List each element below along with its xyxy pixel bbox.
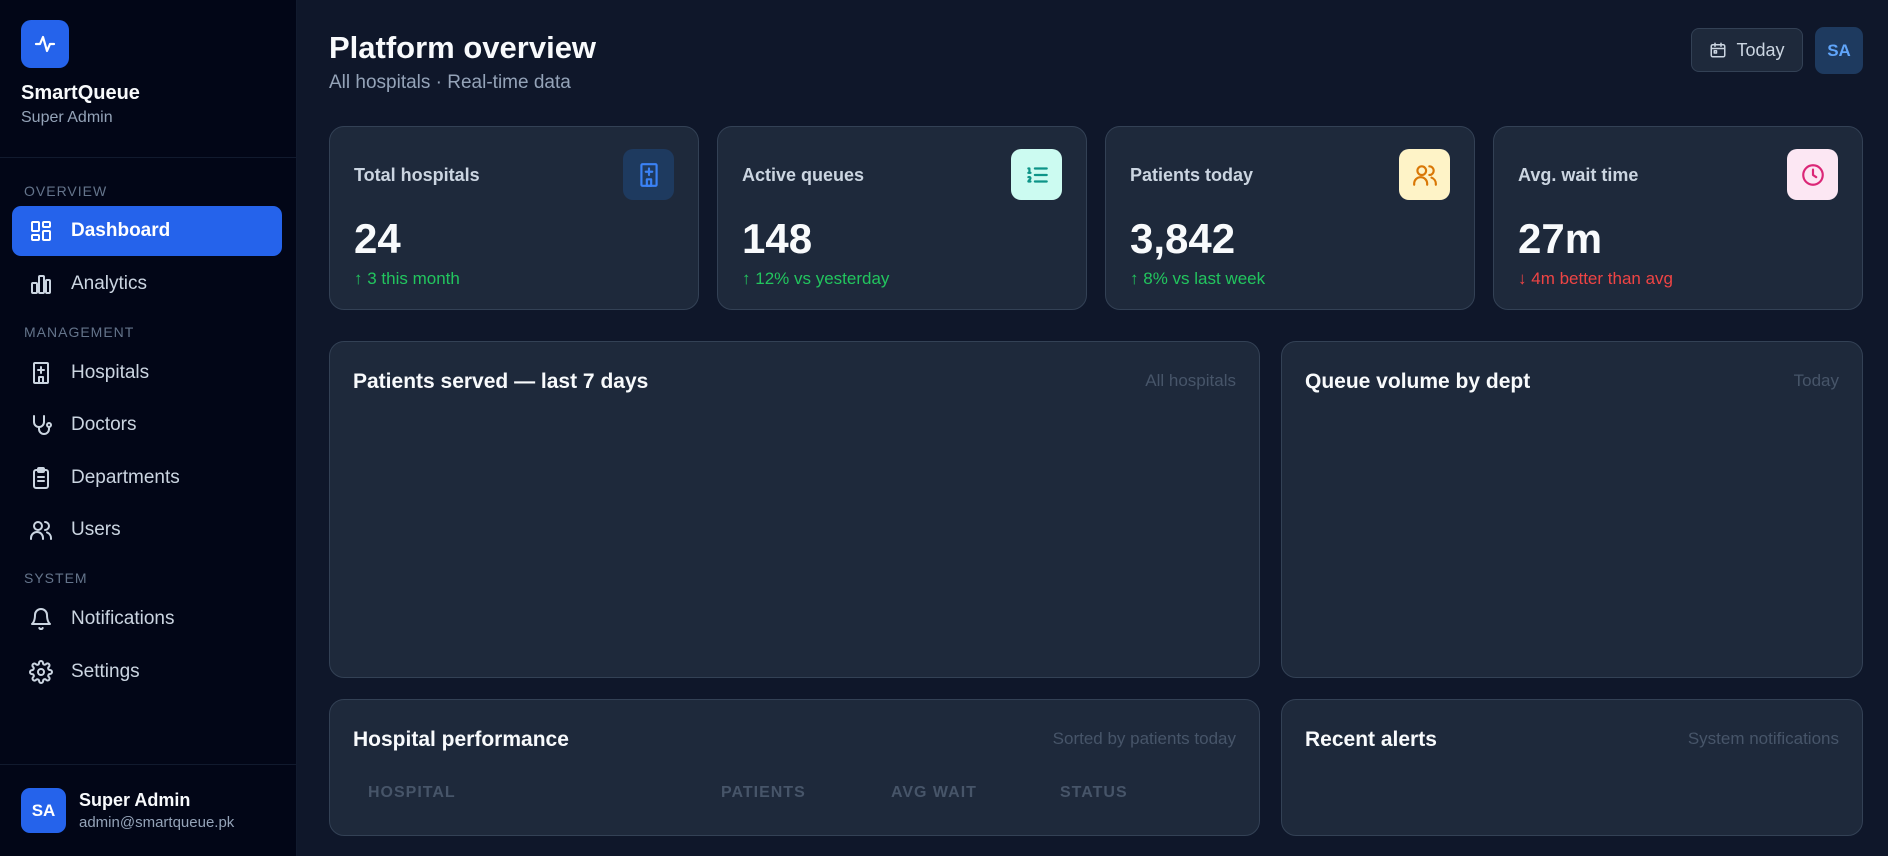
users-icon bbox=[1399, 149, 1450, 200]
user-profile[interactable]: SA Super Admin admin@smartqueue.pk bbox=[0, 764, 297, 856]
sidebar-item-dashboard[interactable]: Dashboard bbox=[12, 206, 282, 256]
clipboard-icon bbox=[29, 466, 53, 490]
header-avatar[interactable]: SA bbox=[1815, 27, 1863, 74]
sidebar-item-label: Analytics bbox=[71, 273, 148, 294]
dashboard-icon bbox=[29, 219, 53, 243]
sidebar-item-doctors[interactable]: Doctors bbox=[12, 400, 282, 450]
stat-delta: ↓ 4m better than avg bbox=[1518, 269, 1673, 289]
nav-section-overview: OVERVIEW bbox=[24, 183, 108, 199]
recent-alerts-panel: Recent alerts System notifications bbox=[1281, 699, 1863, 836]
stat-card-patients-today: Patients today 3,842 ↑ 8% vs last week bbox=[1105, 126, 1475, 310]
panel-meta: Sorted by patients today bbox=[1052, 729, 1236, 748]
users-icon bbox=[29, 518, 53, 542]
avatar: SA bbox=[21, 788, 66, 833]
sidebar: SmartQueue Super Admin OVERVIEW Dashboar… bbox=[0, 0, 297, 856]
column-header-status[interactable]: STATUS bbox=[1060, 784, 1128, 802]
sidebar-item-departments[interactable]: Departments bbox=[12, 453, 282, 503]
stat-card-active-queues: Active queues 148 ↑ 12% vs yesterday bbox=[717, 126, 1087, 310]
panel-title: Hospital performance bbox=[353, 728, 569, 751]
sidebar-item-label: Dashboard bbox=[71, 220, 171, 241]
arrow-up-icon: ↑ bbox=[354, 269, 363, 288]
hospital-icon bbox=[29, 361, 53, 385]
bell-icon bbox=[29, 607, 53, 631]
sidebar-item-analytics[interactable]: Analytics bbox=[12, 259, 282, 309]
panel-title: Recent alerts bbox=[1305, 728, 1437, 751]
user-name: Super Admin bbox=[79, 790, 191, 810]
column-header-patients[interactable]: PATIENTS bbox=[721, 784, 806, 802]
stat-delta: ↑ 3 this month bbox=[354, 269, 460, 289]
panel-title: Patients served — last 7 days bbox=[353, 370, 649, 393]
stat-card-total-hospitals: Total hospitals 24 ↑ 3 this month bbox=[329, 126, 699, 310]
stat-value: 27m bbox=[1518, 215, 1603, 262]
panel-meta: All hospitals bbox=[1145, 371, 1236, 390]
stat-label: Avg. wait time bbox=[1518, 165, 1639, 185]
panel-meta: Today bbox=[1793, 371, 1839, 390]
stat-value: 3,842 bbox=[1130, 215, 1236, 262]
list-ordered-icon bbox=[1011, 149, 1062, 200]
page-subtitle: All hospitals · Real-time data bbox=[329, 72, 571, 93]
sidebar-item-label: Notifications bbox=[71, 608, 175, 629]
patients-served-panel: Patients served — last 7 days All hospit… bbox=[329, 341, 1260, 678]
panel-meta: System notifications bbox=[1687, 729, 1839, 748]
stat-delta-text: 4m better than avg bbox=[1531, 269, 1673, 288]
sidebar-item-label: Hospitals bbox=[71, 362, 150, 383]
stat-label: Total hospitals bbox=[354, 165, 480, 185]
arrow-up-icon: ↑ bbox=[742, 269, 751, 288]
nav-section-system: SYSTEM bbox=[24, 570, 88, 586]
arrow-up-icon: ↑ bbox=[1130, 269, 1139, 288]
date-filter-button[interactable]: Today bbox=[1691, 28, 1803, 72]
sidebar-item-label: Users bbox=[71, 519, 121, 540]
pulse-icon[interactable] bbox=[21, 20, 69, 68]
stat-label: Active queues bbox=[742, 165, 865, 185]
queue-volume-panel: Queue volume by dept Today bbox=[1281, 341, 1863, 678]
user-email: admin@smartqueue.pk bbox=[79, 814, 235, 831]
brand: SmartQueue Super Admin bbox=[0, 0, 296, 158]
sidebar-item-hospitals[interactable]: Hospitals bbox=[12, 348, 282, 398]
date-filter-label: Today bbox=[1736, 39, 1785, 60]
sidebar-item-label: Doctors bbox=[71, 414, 137, 435]
hospital-icon bbox=[623, 149, 674, 200]
stethoscope-icon bbox=[29, 413, 53, 437]
stat-delta-text: 8% vs last week bbox=[1143, 269, 1266, 288]
stat-value: 148 bbox=[742, 215, 813, 262]
stat-card-avg-wait-time: Avg. wait time 27m ↓ 4m better than avg bbox=[1493, 126, 1863, 310]
sidebar-item-label: Settings bbox=[71, 661, 140, 682]
stat-delta: ↑ 8% vs last week bbox=[1130, 269, 1265, 289]
gear-icon bbox=[29, 660, 53, 684]
column-header-hospital[interactable]: HOSPITAL bbox=[368, 784, 456, 802]
calendar-icon bbox=[1710, 42, 1726, 58]
clock-icon bbox=[1787, 149, 1838, 200]
sidebar-item-settings[interactable]: Settings bbox=[12, 647, 282, 697]
column-header-avg-wait[interactable]: AVG WAIT bbox=[891, 784, 977, 802]
nav-section-management: MANAGEMENT bbox=[24, 324, 135, 340]
arrow-down-icon: ↓ bbox=[1518, 269, 1527, 288]
stat-value: 24 bbox=[354, 215, 401, 262]
sidebar-item-label: Departments bbox=[71, 467, 180, 488]
bar-chart-icon bbox=[29, 272, 53, 296]
stat-label: Patients today bbox=[1130, 165, 1254, 185]
panel-title: Queue volume by dept bbox=[1305, 370, 1531, 393]
hospital-performance-panel: Hospital performance Sorted by patients … bbox=[329, 699, 1260, 836]
stat-delta: ↑ 12% vs yesterday bbox=[742, 269, 889, 289]
brand-role: Super Admin bbox=[21, 109, 113, 126]
sidebar-item-notifications[interactable]: Notifications bbox=[12, 594, 282, 644]
brand-name: SmartQueue bbox=[21, 82, 140, 104]
stat-delta-text: 12% vs yesterday bbox=[755, 269, 890, 288]
page-title: Platform overview bbox=[329, 30, 597, 65]
stat-delta-text: 3 this month bbox=[367, 269, 460, 288]
sidebar-item-users[interactable]: Users bbox=[12, 505, 282, 555]
